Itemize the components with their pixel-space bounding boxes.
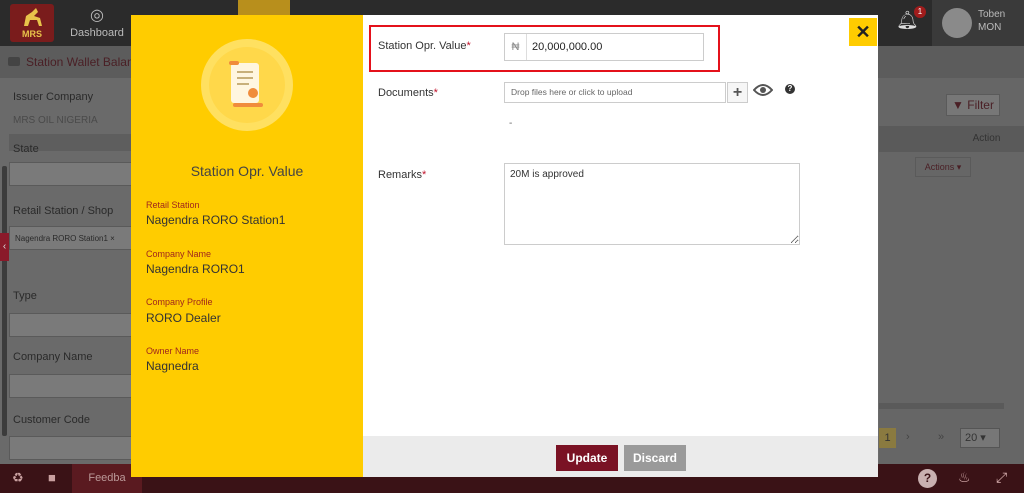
notification-badge: 1 (914, 6, 926, 18)
retail-station-tag[interactable]: Nagendra RORO Station1 × (12, 232, 118, 245)
sidebar-collapse-toggle[interactable]: ‹ (0, 233, 9, 261)
issuer-company-label: Issuer Company (13, 91, 94, 103)
close-modal-button[interactable]: ✕ (849, 18, 877, 46)
add-document-button[interactable]: + (727, 82, 748, 103)
table-horizontal-scrollbar[interactable] (879, 403, 1004, 409)
required-marker: * (422, 169, 427, 181)
page-size-select[interactable]: 20 ▾ (960, 428, 1000, 448)
nav-dashboard-label: Dashboard (70, 27, 124, 39)
customer-code-label: Customer Code (13, 414, 91, 426)
customer-code-input[interactable] (9, 436, 133, 460)
station-opr-value-label-text: Station Opr. Value (378, 40, 467, 52)
issuer-company-value: MRS OIL NIGERIA (13, 115, 98, 126)
brand-logo[interactable]: MRS (10, 4, 54, 42)
document-badge (201, 39, 293, 131)
owner-name-info-value: Nagnedra (146, 359, 199, 373)
company-name-info-value: Nagendra RORO1 (146, 262, 245, 276)
user-name: Toben MON (978, 8, 1005, 34)
documents-label-text: Documents (378, 87, 434, 99)
certificate-icon (229, 61, 263, 107)
expand-icon[interactable]: ⤢ (996, 469, 1007, 486)
filter-icon: ▼ (952, 98, 964, 112)
station-opr-value-field: ₦ (504, 33, 704, 61)
recycle-icon[interactable]: ♻ (12, 470, 24, 486)
company-name-label: Company Name (13, 351, 93, 363)
state-label: State (13, 143, 39, 155)
remarks-textarea[interactable]: 20M is approved (504, 163, 800, 245)
page-title-text: Station Wallet Balan (26, 55, 134, 69)
remarks-label-text: Remarks (378, 169, 423, 181)
type-label: Type (13, 290, 37, 302)
pager-next-button[interactable]: › (906, 431, 910, 443)
state-select[interactable] (9, 162, 133, 186)
avatar (942, 8, 972, 38)
modal-info-panel: Station Opr. Value Retail Station Nagend… (131, 15, 363, 477)
modal-footer: Update Discard (363, 436, 878, 477)
company-profile-info-value: RORO Dealer (146, 311, 221, 325)
company-profile-info-label: Company Profile (146, 297, 213, 307)
nav-dashboard[interactable]: ◎ Dashboard (62, 0, 132, 46)
documents-label: Documents* (378, 87, 438, 99)
documents-dropzone[interactable]: Drop files here or click to upload (504, 82, 726, 103)
filter-scrollbar[interactable] (2, 166, 7, 436)
user-menu[interactable]: Toben MON (932, 0, 1024, 46)
station-opr-value-modal: Station Opr. Value Retail Station Nagend… (131, 15, 878, 477)
station-opr-value-input[interactable] (532, 37, 700, 57)
discard-button[interactable]: Discard (624, 445, 686, 471)
action-column-header: Action (879, 126, 1024, 152)
user-name-line1: Toben (978, 9, 1006, 20)
dashboard-icon: ◎ (90, 7, 104, 24)
update-button[interactable]: Update (556, 445, 618, 471)
required-marker: * (433, 87, 438, 99)
owner-name-info-label: Owner Name (146, 346, 200, 356)
filter-button-label: Filter (967, 98, 994, 112)
station-opr-value-label: Station Opr. Value* (378, 40, 471, 52)
upload-placeholder: Drop files here or click to upload (511, 87, 633, 97)
company-name-info-label: Company Name (146, 249, 212, 259)
retail-station-info-value: Nagendra RORO Station1 (146, 213, 286, 227)
company-name-input[interactable] (9, 374, 133, 398)
filter-panel: Issuer Company MRS OIL NIGERIA State Ret… (0, 78, 133, 464)
badge-inner (209, 47, 285, 123)
modal-left-title: Station Opr. Value (190, 163, 304, 179)
wallet-icon (8, 57, 20, 66)
nav-active-item[interactable] (238, 0, 290, 16)
eye-icon[interactable] (753, 83, 773, 97)
bookmark-icon[interactable]: ■ (48, 470, 56, 485)
retail-station-label: Retail Station / Shop (13, 205, 114, 217)
pager-last-button[interactable]: » (938, 431, 944, 443)
actions-dropdown-button[interactable]: Actions ▾ (915, 157, 971, 177)
remarks-label: Remarks* (378, 169, 426, 181)
type-select[interactable] (9, 313, 133, 337)
naira-currency-icon: ₦ (505, 34, 527, 60)
pager-current-page[interactable]: 1 (879, 428, 896, 448)
brand-logo-text: MRS (22, 29, 42, 39)
horse-icon (24, 8, 42, 26)
fire-icon[interactable]: ♨ (958, 469, 971, 486)
required-marker: * (466, 40, 471, 52)
retail-station-info-label: Retail Station (146, 200, 200, 210)
user-name-line2: MON (978, 22, 1002, 33)
question-icon[interactable]: ? (785, 84, 795, 94)
page-title: Station Wallet Balan (8, 55, 134, 69)
filter-button[interactable]: ▼ Filter (946, 94, 1000, 116)
help-icon[interactable]: ? (918, 469, 937, 488)
documents-empty-indicator: - (509, 118, 513, 129)
